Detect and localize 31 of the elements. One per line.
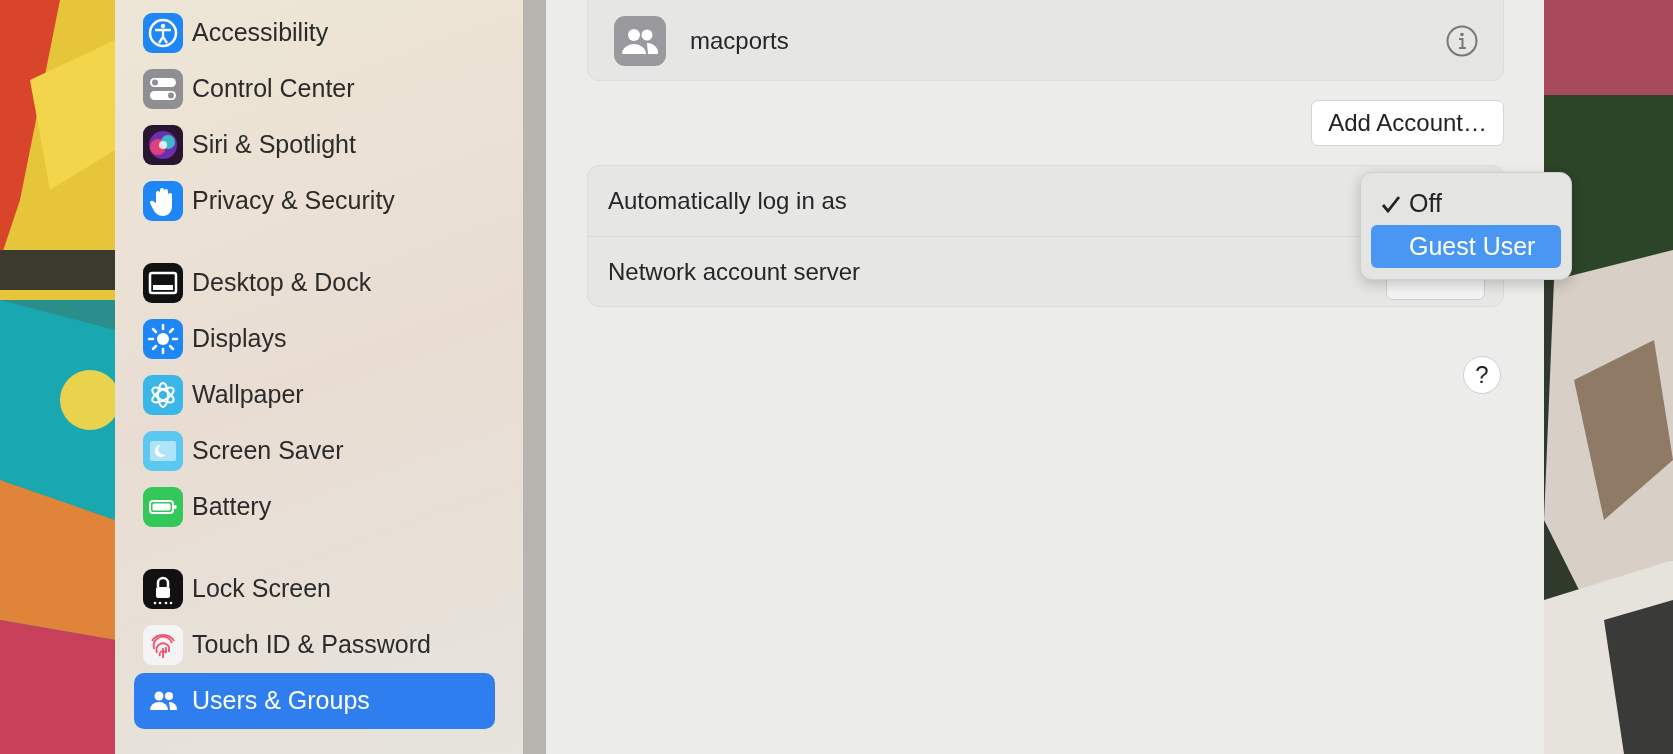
sidebar-item[interactable]: Accessibility — [134, 5, 495, 61]
sidebar-item[interactable]: Siri & Spotlight — [134, 117, 495, 173]
flower-icon — [143, 375, 183, 415]
sidebar-item[interactable]: Displays — [134, 311, 495, 367]
sun-icon — [143, 319, 183, 359]
hand-icon — [143, 181, 183, 221]
group-avatar-icon — [614, 15, 666, 66]
sidebar-item[interactable]: Screen Saver — [134, 423, 495, 479]
fingerprint-icon — [143, 625, 183, 665]
sidebar-item[interactable]: Users & Groups — [134, 673, 495, 729]
sidebar-item[interactable]: Lock Screen — [134, 561, 495, 617]
padlock-icon — [143, 569, 183, 609]
info-icon[interactable] — [1445, 23, 1479, 58]
account-name: macports — [690, 25, 790, 56]
sidebar-item[interactable]: Touch ID & Password — [134, 617, 495, 673]
orb-icon — [143, 125, 183, 165]
menu-item[interactable]: Off — [1371, 182, 1561, 225]
sidebar-item[interactable]: Desktop & Dock — [134, 255, 495, 311]
sidebar-item[interactable]: Battery — [134, 479, 495, 535]
toggle-switches-icon — [143, 69, 183, 109]
setting-label: Automatically log in as — [608, 186, 847, 216]
help-button[interactable]: ? — [1463, 356, 1501, 394]
screen-saver-icon — [143, 431, 183, 471]
sidebar-item[interactable]: Privacy & Security — [134, 173, 495, 229]
sidebar-item[interactable]: Control Center — [134, 61, 495, 117]
sidebar-item[interactable]: Wallpaper — [134, 367, 495, 423]
setting-label: Network account server — [608, 256, 861, 287]
add-account-button[interactable]: Add Account… — [1311, 100, 1504, 146]
dock-icon — [143, 263, 183, 303]
battery-icon — [143, 487, 183, 527]
accessibility-icon — [143, 13, 183, 53]
